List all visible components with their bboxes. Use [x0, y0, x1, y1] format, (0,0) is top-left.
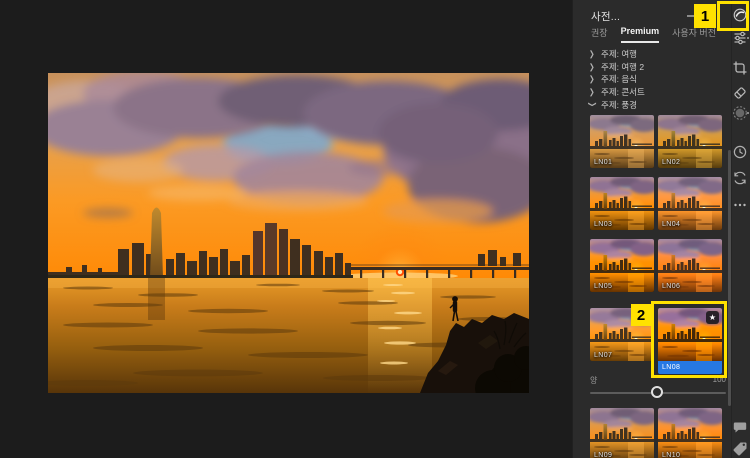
preset-grid-partial: LN09 LN10 [590, 408, 722, 458]
preset-name: LN10 [662, 452, 680, 458]
preset-name: LN05 [594, 283, 612, 290]
preset-group-travel2[interactable]: ❯ 주제: 여행 2 [589, 61, 719, 74]
chevron-right-icon: ❯ [589, 75, 596, 85]
preset-group-landscape[interactable]: ❯ 주제: 풍경 [589, 98, 719, 111]
preset-thumb-ln01[interactable]: LN01 [590, 115, 654, 168]
preset-name: LN09 [594, 452, 612, 458]
presets-panel-title: 사전... [591, 9, 620, 24]
preset-group-concert[interactable]: ❯ 주제: 콘서트 [589, 86, 719, 99]
preset-thumb-ln10[interactable]: LN10 [658, 408, 722, 458]
preset-thumb-ln06[interactable]: LN06 [658, 239, 722, 292]
preset-thumb-ln02[interactable]: LN02 [658, 115, 722, 168]
chevron-right-icon: ❯ [589, 87, 596, 97]
masking-button[interactable] [732, 105, 748, 121]
crop-icon [732, 60, 748, 76]
preset-thumb-ln03[interactable]: LN03 [590, 177, 654, 230]
preset-grid: LN01 LN02 LN03 LN04 LN05 LN06 [590, 115, 722, 292]
chevron-right-icon: ❯ [589, 49, 596, 59]
keywords-tag-icon [732, 440, 748, 456]
preset-name: LN02 [662, 159, 680, 166]
sync-icon [732, 170, 748, 186]
preset-name: LN04 [662, 221, 680, 228]
chevron-down-icon: ❯ [588, 101, 598, 108]
amount-slider-knob[interactable] [651, 386, 663, 398]
keywords-button[interactable] [732, 440, 748, 456]
lightroom-app: 사전... 권장 Premium 사용자 버전 ❯ 주제: 여행 ❯ 주제: 여… [0, 0, 750, 458]
annotation-marker-1: 1 [694, 4, 716, 28]
crop-button[interactable] [732, 60, 748, 76]
preset-thumb-ln04[interactable]: LN04 [658, 177, 722, 230]
preset-thumb-ln05[interactable]: LN05 [590, 239, 654, 292]
preset-name: LN03 [594, 221, 612, 228]
preset-group-travel[interactable]: ❯ 주제: 여행 [589, 48, 719, 61]
versions-clock-icon [732, 144, 748, 160]
presets-tabs: 권장 Premium 사용자 버전 [591, 26, 716, 43]
healing-button[interactable] [732, 85, 748, 101]
edit-sliders-icon [732, 30, 748, 46]
masking-icon [732, 105, 748, 121]
preset-group-food[interactable]: ❯ 주제: 음식 [589, 73, 719, 86]
editor-canvas [0, 0, 572, 458]
sync-button[interactable] [732, 170, 748, 186]
comments-button[interactable] [732, 419, 748, 435]
more-options-button[interactable] [732, 197, 748, 213]
versions-button[interactable] [732, 144, 748, 160]
panel-indicator-dot [747, 112, 749, 114]
edit-button[interactable] [732, 30, 748, 46]
more-icon [732, 197, 748, 213]
preset-group-list: ❯ 주제: 여행 ❯ 주제: 여행 2 ❯ 주제: 음식 ❯ 주제: 콘서트 ❯… [589, 48, 719, 111]
tab-premium[interactable]: Premium [621, 26, 660, 43]
healing-icon [732, 85, 748, 101]
annotation-highlight-2 [651, 301, 727, 378]
preset-name: LN06 [662, 283, 680, 290]
comments-icon [732, 419, 748, 435]
annotation-highlight-1 [717, 1, 749, 31]
panel-indicator-dot [747, 37, 749, 39]
annotation-marker-2: 2 [631, 304, 651, 326]
photo-preview[interactable] [48, 73, 529, 393]
tab-user-presets[interactable]: 사용자 버전 [672, 26, 716, 43]
preset-name: LN01 [594, 159, 612, 166]
preset-name: LN07 [594, 352, 612, 359]
chevron-right-icon: ❯ [589, 62, 596, 72]
tab-recommended[interactable]: 권장 [591, 26, 608, 43]
preset-thumb-ln09[interactable]: LN09 [590, 408, 654, 458]
amount-label: 양 [590, 375, 597, 386]
